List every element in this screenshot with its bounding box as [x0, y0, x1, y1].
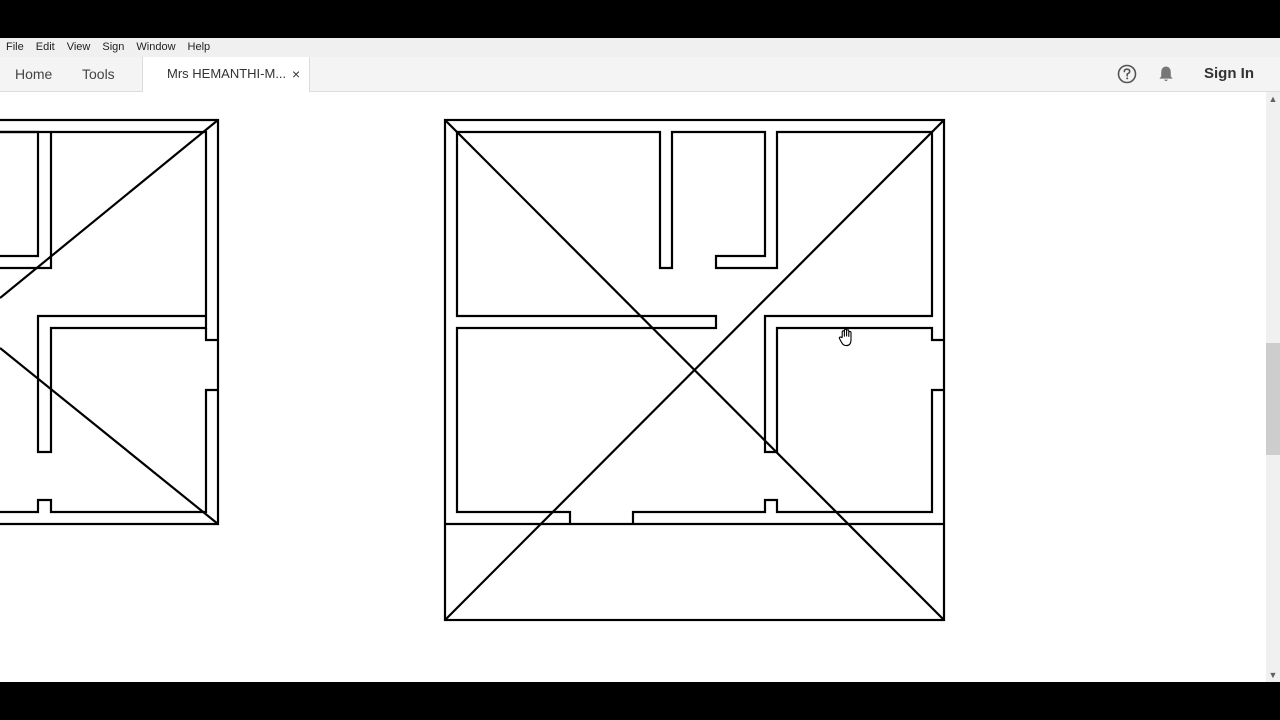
menu-bar: File Edit View Sign Window Help [0, 38, 1280, 57]
help-circle-icon[interactable] [1117, 64, 1137, 84]
tab-tools[interactable]: Tools [82, 57, 115, 91]
tab-document[interactable]: Mrs HEMANTHI-M... × [142, 57, 310, 92]
document-tab-title: Mrs HEMANTHI-M... [167, 66, 287, 81]
menu-view[interactable]: View [61, 38, 97, 57]
pdf-reader-window: File Edit View Sign Window Help Home Too… [0, 38, 1280, 682]
menu-edit[interactable]: Edit [30, 38, 61, 57]
floor-plan-left [0, 118, 220, 526]
hand-icon [838, 328, 852, 347]
menu-window[interactable]: Window [130, 38, 181, 57]
scrollbar-thumb[interactable] [1266, 343, 1280, 455]
floor-plan-main [443, 118, 946, 622]
bell-icon[interactable] [1157, 65, 1175, 83]
document-view[interactable] [0, 92, 1266, 682]
sign-in-button[interactable]: Sign In [1204, 57, 1254, 91]
tab-bar: Home Tools Mrs HEMANTHI-M... × Sign In [0, 57, 1280, 92]
floor-plan-drawing [0, 118, 946, 622]
menu-sign[interactable]: Sign [96, 38, 130, 57]
scroll-down-arrow[interactable]: ▼ [1266, 668, 1280, 682]
menu-help[interactable]: Help [182, 38, 217, 57]
menu-file[interactable]: File [0, 38, 30, 57]
vertical-scrollbar[interactable]: ▲ ▼ [1266, 92, 1280, 682]
scroll-up-arrow[interactable]: ▲ [1266, 92, 1280, 106]
tab-home[interactable]: Home [15, 57, 52, 91]
close-tab-button[interactable]: × [292, 57, 300, 91]
